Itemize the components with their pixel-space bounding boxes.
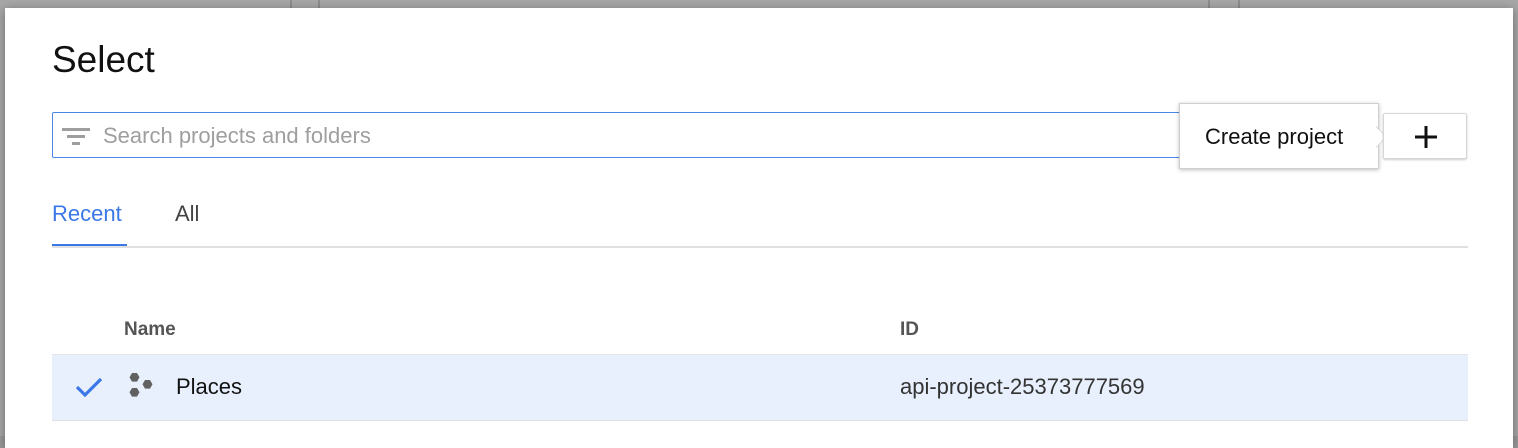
create-project-tooltip: Create project [1179, 103, 1387, 169]
create-project-button[interactable] [1383, 113, 1467, 159]
plus-icon [1415, 126, 1437, 148]
select-project-dialog: Select Create project Recent All Name ID [5, 8, 1513, 448]
dialog-title: Select [52, 39, 155, 80]
check-icon [75, 377, 103, 398]
tab-recent[interactable]: Recent [52, 201, 127, 247]
create-project-tooltip-label: Create project [1205, 124, 1344, 149]
tab-all[interactable]: All [175, 201, 199, 247]
backdrop-divider [318, 0, 320, 8]
project-hexagons-icon [129, 373, 153, 397]
tabs-divider [52, 246, 1468, 248]
project-id: api-project-25373777569 [900, 374, 1145, 399]
column-header-id[interactable]: ID [900, 319, 919, 341]
backdrop-divider [1208, 0, 1210, 8]
search-input[interactable] [101, 121, 1255, 151]
backdrop-divider [1238, 0, 1240, 8]
column-header-name[interactable]: Name [124, 319, 176, 341]
backdrop-divider [290, 0, 292, 8]
project-name: Places [176, 374, 243, 399]
table-row[interactable]: Places api-project-25373777569 [52, 355, 1468, 421]
filter-icon [62, 128, 90, 145]
search-box[interactable] [52, 112, 1270, 158]
